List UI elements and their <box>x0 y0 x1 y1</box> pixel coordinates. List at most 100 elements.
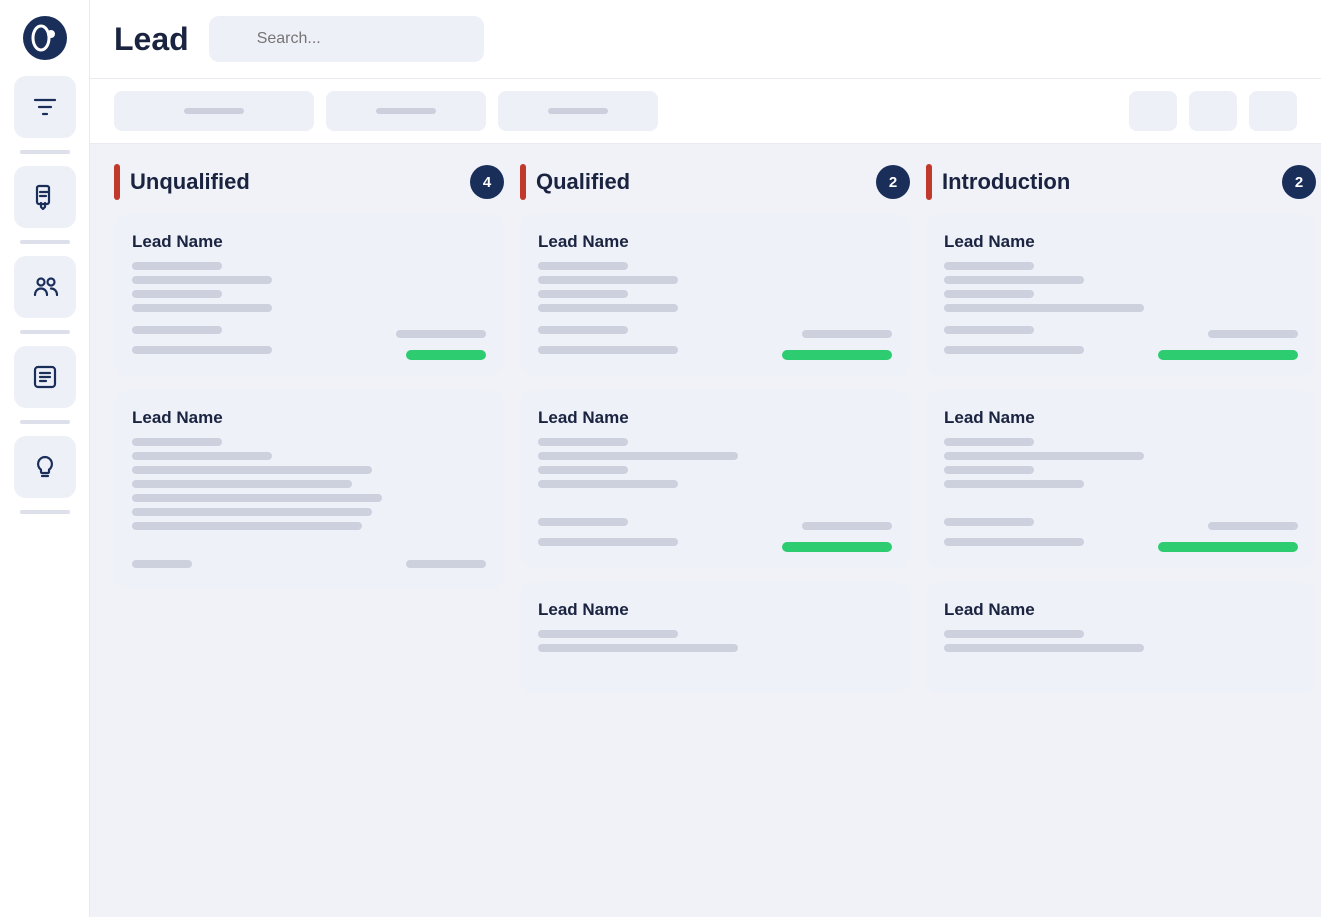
card-q3-title: Lead Name <box>538 600 892 620</box>
col-accent-introduction <box>926 164 932 200</box>
card-i2-title: Lead Name <box>944 408 1298 428</box>
sidebar-item-reports[interactable] <box>14 346 76 408</box>
col-header-unqualified: Unqualified 4 <box>114 164 504 200</box>
progress-bar <box>1158 350 1298 360</box>
progress-bar <box>782 350 892 360</box>
sk <box>944 304 1144 312</box>
spacer <box>944 658 1298 678</box>
sk <box>132 262 222 270</box>
card-q1[interactable]: Lead Name <box>520 214 910 376</box>
sk <box>944 480 1084 488</box>
sk <box>944 644 1144 652</box>
sk <box>1208 330 1298 338</box>
filter-action-2[interactable] <box>1189 91 1237 131</box>
card-footer-right <box>1158 330 1298 360</box>
progress-bar <box>406 350 486 360</box>
sk <box>538 326 628 334</box>
sidebar-divider-5 <box>20 510 70 514</box>
sk <box>944 346 1084 354</box>
card-footer-right <box>782 522 892 552</box>
page-title: Lead <box>114 21 189 58</box>
sk <box>132 438 222 446</box>
sk <box>538 630 678 638</box>
card-u1-title: Lead Name <box>132 232 486 252</box>
sk <box>132 290 222 298</box>
col-badge-unqualified: 4 <box>470 165 504 199</box>
sk <box>944 538 1084 546</box>
main-content: Lead <box>90 0 1321 917</box>
sk <box>132 522 362 530</box>
filter-pill-1[interactable] <box>114 91 314 131</box>
sk <box>944 518 1034 526</box>
sidebar-item-ideas[interactable] <box>14 436 76 498</box>
column-introduction: Introduction 2 Lead Name <box>926 164 1316 708</box>
sidebar-item-documents[interactable] <box>14 166 76 228</box>
card-footer-left <box>538 326 678 360</box>
sidebar-divider-2 <box>20 240 70 244</box>
sk <box>802 522 892 530</box>
sk <box>944 466 1034 474</box>
filter-action-1[interactable] <box>1129 91 1177 131</box>
sk <box>538 346 678 354</box>
card-q2[interactable]: Lead Name <box>520 390 910 568</box>
sk <box>802 330 892 338</box>
card-i1[interactable]: Lead Name <box>926 214 1316 376</box>
app-logo[interactable] <box>23 16 67 60</box>
sidebar-item-filter[interactable] <box>14 76 76 138</box>
sk <box>944 630 1084 638</box>
card-q3[interactable]: Lead Name <box>520 582 910 694</box>
sk <box>132 276 272 284</box>
sidebar-item-team[interactable] <box>14 256 76 318</box>
sidebar <box>0 0 90 917</box>
sk <box>132 480 352 488</box>
card-q1-footer <box>538 326 892 360</box>
card-u1[interactable]: Lead Name <box>114 214 504 376</box>
card-i3-title: Lead Name <box>944 600 1298 620</box>
filter-pill-bar-1 <box>184 108 244 114</box>
search-wrapper <box>209 16 1297 62</box>
filter-pill-3[interactable] <box>498 91 658 131</box>
sk <box>406 560 486 568</box>
card-i2-footer <box>944 518 1298 552</box>
filter-pill-bar-3 <box>548 108 608 114</box>
card-i3[interactable]: Lead Name <box>926 582 1316 694</box>
card-footer-left <box>132 326 272 360</box>
card-q1-title: Lead Name <box>538 232 892 252</box>
sidebar-divider-4 <box>20 420 70 424</box>
col-badge-qualified: 2 <box>876 165 910 199</box>
card-footer-right <box>396 330 486 360</box>
filter-pill-2[interactable] <box>326 91 486 131</box>
sk <box>132 494 382 502</box>
filter-bar <box>90 79 1321 144</box>
kanban-board: Unqualified 4 Lead Name <box>90 144 1321 917</box>
sk <box>538 262 628 270</box>
col-title-qualified: Qualified <box>536 169 866 195</box>
column-unqualified: Unqualified 4 Lead Name <box>114 164 504 604</box>
card-i1-title: Lead Name <box>944 232 1298 252</box>
col-badge-introduction: 2 <box>1282 165 1316 199</box>
sk <box>132 560 192 568</box>
card-i1-footer <box>944 326 1298 360</box>
col-title-introduction: Introduction <box>942 169 1272 195</box>
sk <box>132 326 222 334</box>
progress-bar <box>782 542 892 552</box>
sk <box>538 452 738 460</box>
search-input[interactable] <box>209 16 484 62</box>
filter-pill-bar-2 <box>376 108 436 114</box>
sk <box>944 438 1034 446</box>
sk <box>538 480 678 488</box>
col-header-introduction: Introduction 2 <box>926 164 1316 200</box>
sk <box>538 304 678 312</box>
card-q2-footer <box>538 518 892 552</box>
card-u2[interactable]: Lead Name <box>114 390 504 590</box>
sk <box>132 452 272 460</box>
sk <box>132 508 372 516</box>
card-i2[interactable]: Lead Name <box>926 390 1316 568</box>
card-u2-title: Lead Name <box>132 408 486 428</box>
progress-bar <box>1158 542 1298 552</box>
sk <box>132 304 272 312</box>
filter-action-3[interactable] <box>1249 91 1297 131</box>
sk <box>944 290 1034 298</box>
card-q2-title: Lead Name <box>538 408 892 428</box>
sk <box>944 326 1034 334</box>
